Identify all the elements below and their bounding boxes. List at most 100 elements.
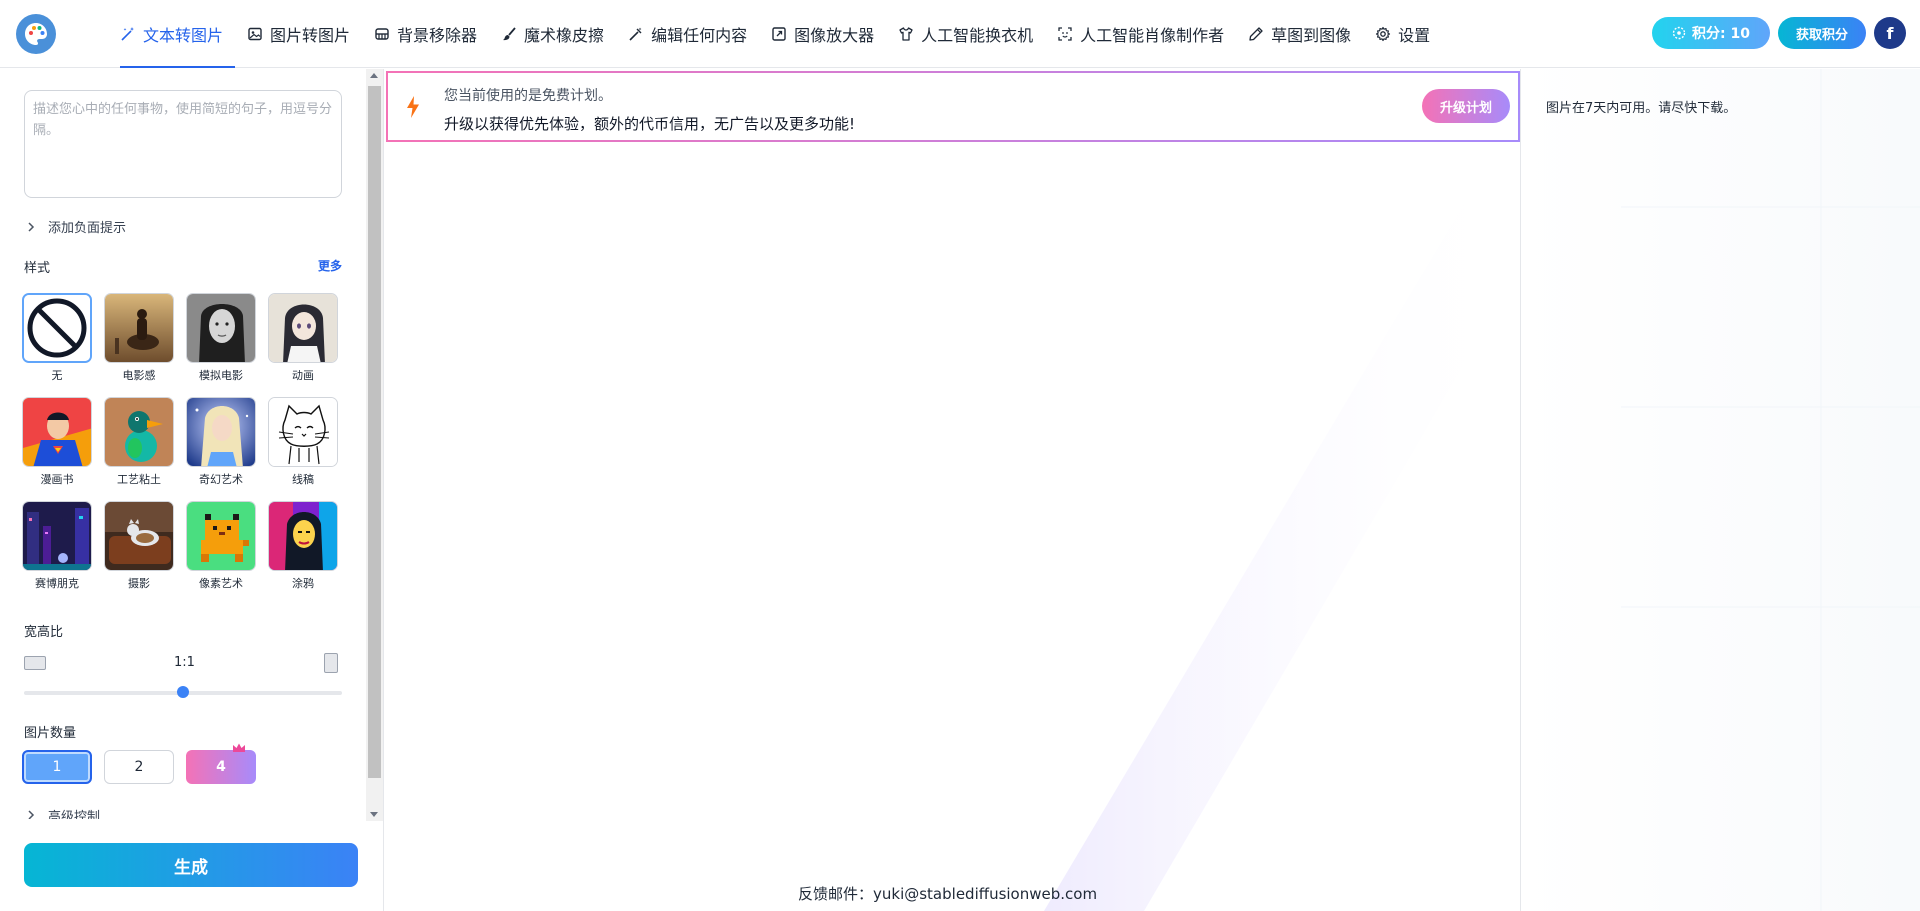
nav-sketch-to-image[interactable]: 草图到图像 — [1236, 0, 1363, 68]
crown-icon — [232, 741, 246, 752]
image-count-label: 图片数量 — [24, 726, 77, 741]
settings-scroll-area[interactable]: 描述您心中的任何事物，使用简短的句子，用逗号分隔。 添加负面提示 样式 更多 无 — [0, 69, 366, 819]
style-label: 漫画书 — [40, 473, 74, 486]
advanced-controls-label: 高级控制 — [48, 809, 101, 820]
style-thumbnail — [186, 397, 256, 467]
style-option-anime[interactable]: 动画 — [268, 293, 338, 383]
nav-label: 背景移除器 — [397, 26, 478, 45]
feedback-email[interactable]: 反馈邮件：yuki@stablediffusionweb.com — [798, 883, 1097, 904]
palette-logo-icon[interactable] — [16, 14, 56, 54]
add-negative-prompt-toggle[interactable]: 添加负面提示 — [24, 217, 126, 236]
face-scan-icon — [1057, 26, 1073, 42]
style-option-fantasy-art[interactable]: 奇幻艺术 — [186, 397, 256, 487]
scroll-down-arrow-icon[interactable] — [370, 812, 378, 817]
style-option-none[interactable]: 无 — [22, 293, 92, 383]
generate-button[interactable]: 生成 — [24, 843, 358, 887]
nav-label: 文本转图片 — [143, 26, 224, 45]
style-thumbnail — [186, 293, 256, 363]
upgrade-plan-button[interactable]: 升级计划 — [1422, 89, 1510, 123]
image-icon — [247, 26, 263, 42]
nav-magic-eraser[interactable]: 魔术橡皮擦 — [489, 0, 616, 68]
layers-icon — [374, 26, 390, 42]
nav-text-to-image[interactable]: 文本转图片 — [108, 0, 236, 68]
image-count-options: 1 2 4 — [22, 743, 256, 784]
style-label: 赛博朋克 — [35, 577, 79, 590]
nav-edit-anything[interactable]: 编辑任何内容 — [616, 0, 759, 68]
grid-background — [1521, 69, 1920, 911]
nav-background-remover[interactable]: 背景移除器 — [362, 0, 489, 68]
nav-label: 人工智能换衣机 — [921, 26, 1034, 45]
scroll-up-arrow-icon[interactable] — [370, 73, 378, 78]
nav-ai-clothes-changer[interactable]: 人工智能换衣机 — [886, 0, 1045, 68]
landscape-ratio-icon — [24, 656, 46, 670]
get-credits-button[interactable]: 获取积分 — [1778, 17, 1866, 49]
user-avatar[interactable]: f — [1874, 17, 1906, 49]
header-actions: 积分: 10 获取积分 f — [1652, 17, 1906, 49]
style-label: 工艺粘土 — [117, 473, 161, 486]
style-thumbnail — [268, 397, 338, 467]
nav-settings[interactable]: 设置 — [1363, 0, 1442, 68]
nav-label: 图片转图片 — [270, 26, 351, 45]
more-styles-link[interactable]: 更多 — [318, 257, 342, 274]
count-option-4[interactable]: 4 — [186, 743, 256, 784]
style-label: 模拟电影 — [199, 369, 243, 382]
style-section-label: 样式 — [24, 261, 51, 276]
shirt-icon — [898, 26, 914, 42]
result-canvas: 您当前使用的是免费计划。 升级以获得优先体验，额外的代币信用，无广告以及更多功能… — [384, 69, 1520, 911]
style-thumbnail — [186, 501, 256, 571]
scrollbar-thumb[interactable] — [368, 86, 381, 778]
style-option-cinematic[interactable]: 电影感 — [104, 293, 174, 383]
nav-label: 编辑任何内容 — [651, 26, 748, 45]
top-navbar: 文本转图片 图片转图片 背景移除器 魔术橡皮擦 编辑任何内容 图像放大器 人工智… — [0, 0, 1920, 68]
settings-scrollbar[interactable] — [366, 69, 383, 821]
aspect-ratio-slider[interactable] — [24, 686, 342, 698]
nav-ai-portrait-maker[interactable]: 人工智能肖像制作者 — [1045, 0, 1236, 68]
background-decoration — [1044, 109, 1520, 911]
nav-image-upscaler[interactable]: 图像放大器 — [759, 0, 886, 68]
nav-label: 魔术橡皮擦 — [524, 26, 605, 45]
main-nav: 文本转图片 图片转图片 背景移除器 魔术橡皮擦 编辑任何内容 图像放大器 人工智… — [108, 0, 1442, 68]
style-label: 动画 — [292, 369, 314, 382]
style-thumbnail — [104, 293, 174, 363]
count-option-1[interactable]: 1 — [22, 750, 92, 784]
style-label: 像素艺术 — [199, 577, 243, 590]
aspect-ratio-label: 宽高比 — [24, 625, 64, 640]
style-option-pixel-art[interactable]: 像素艺术 — [186, 501, 256, 591]
prompt-input[interactable]: 描述您心中的任何事物，使用简短的句子，用逗号分隔。 — [24, 90, 342, 198]
nav-image-to-image[interactable]: 图片转图片 — [235, 0, 362, 68]
coin-sparkle-icon — [1672, 26, 1686, 40]
style-grid: 无 电影感 模拟电影 动画 漫画书 工艺粘土 奇幻艺术 线稿 赛博朋克 摄影 像… — [22, 293, 342, 591]
aspect-ratio-indicators: 1:1 — [24, 653, 342, 673]
credits-badge[interactable]: 积分: 10 — [1652, 17, 1770, 49]
negative-prompt-label: 添加负面提示 — [48, 221, 127, 236]
free-plan-notice: 您当前使用的是免费计划。 — [444, 88, 612, 104]
history-panel: 图片在7天内可用。请尽快下载。 — [1520, 69, 1920, 911]
style-option-cyberpunk[interactable]: 赛博朋克 — [22, 501, 92, 591]
wand-edit-icon — [628, 26, 644, 42]
style-option-analog-film[interactable]: 模拟电影 — [186, 293, 256, 383]
style-thumbnail — [104, 397, 174, 467]
gear-icon — [1375, 26, 1391, 42]
upgrade-benefits-text: 升级以获得优先体验，额外的代币信用，无广告以及更多功能! — [444, 115, 856, 133]
nav-label: 人工智能肖像制作者 — [1080, 26, 1225, 45]
portrait-ratio-icon — [324, 653, 338, 673]
count-label: 4 — [216, 759, 226, 775]
style-option-craft-clay[interactable]: 工艺粘土 — [104, 397, 174, 487]
style-thumbnail — [268, 501, 338, 571]
nav-label: 草图到图像 — [1271, 26, 1352, 45]
style-label: 涂鸦 — [292, 577, 314, 590]
count-option-2[interactable]: 2 — [104, 750, 174, 784]
style-option-line-art[interactable]: 线稿 — [268, 397, 338, 487]
style-thumbnail — [22, 293, 92, 363]
advanced-controls-toggle[interactable]: 高级控制 — [24, 809, 100, 819]
style-option-comic-book[interactable]: 漫画书 — [22, 397, 92, 487]
pencil-icon — [1248, 26, 1264, 42]
style-option-graffiti[interactable]: 涂鸦 — [268, 501, 338, 591]
lightning-bolt-icon — [404, 95, 422, 119]
style-label: 电影感 — [122, 369, 156, 382]
style-option-photography[interactable]: 摄影 — [104, 501, 174, 591]
slider-handle[interactable] — [177, 686, 189, 698]
style-thumbnail — [22, 397, 92, 467]
style-thumbnail — [104, 501, 174, 571]
nav-label: 图像放大器 — [794, 26, 875, 45]
